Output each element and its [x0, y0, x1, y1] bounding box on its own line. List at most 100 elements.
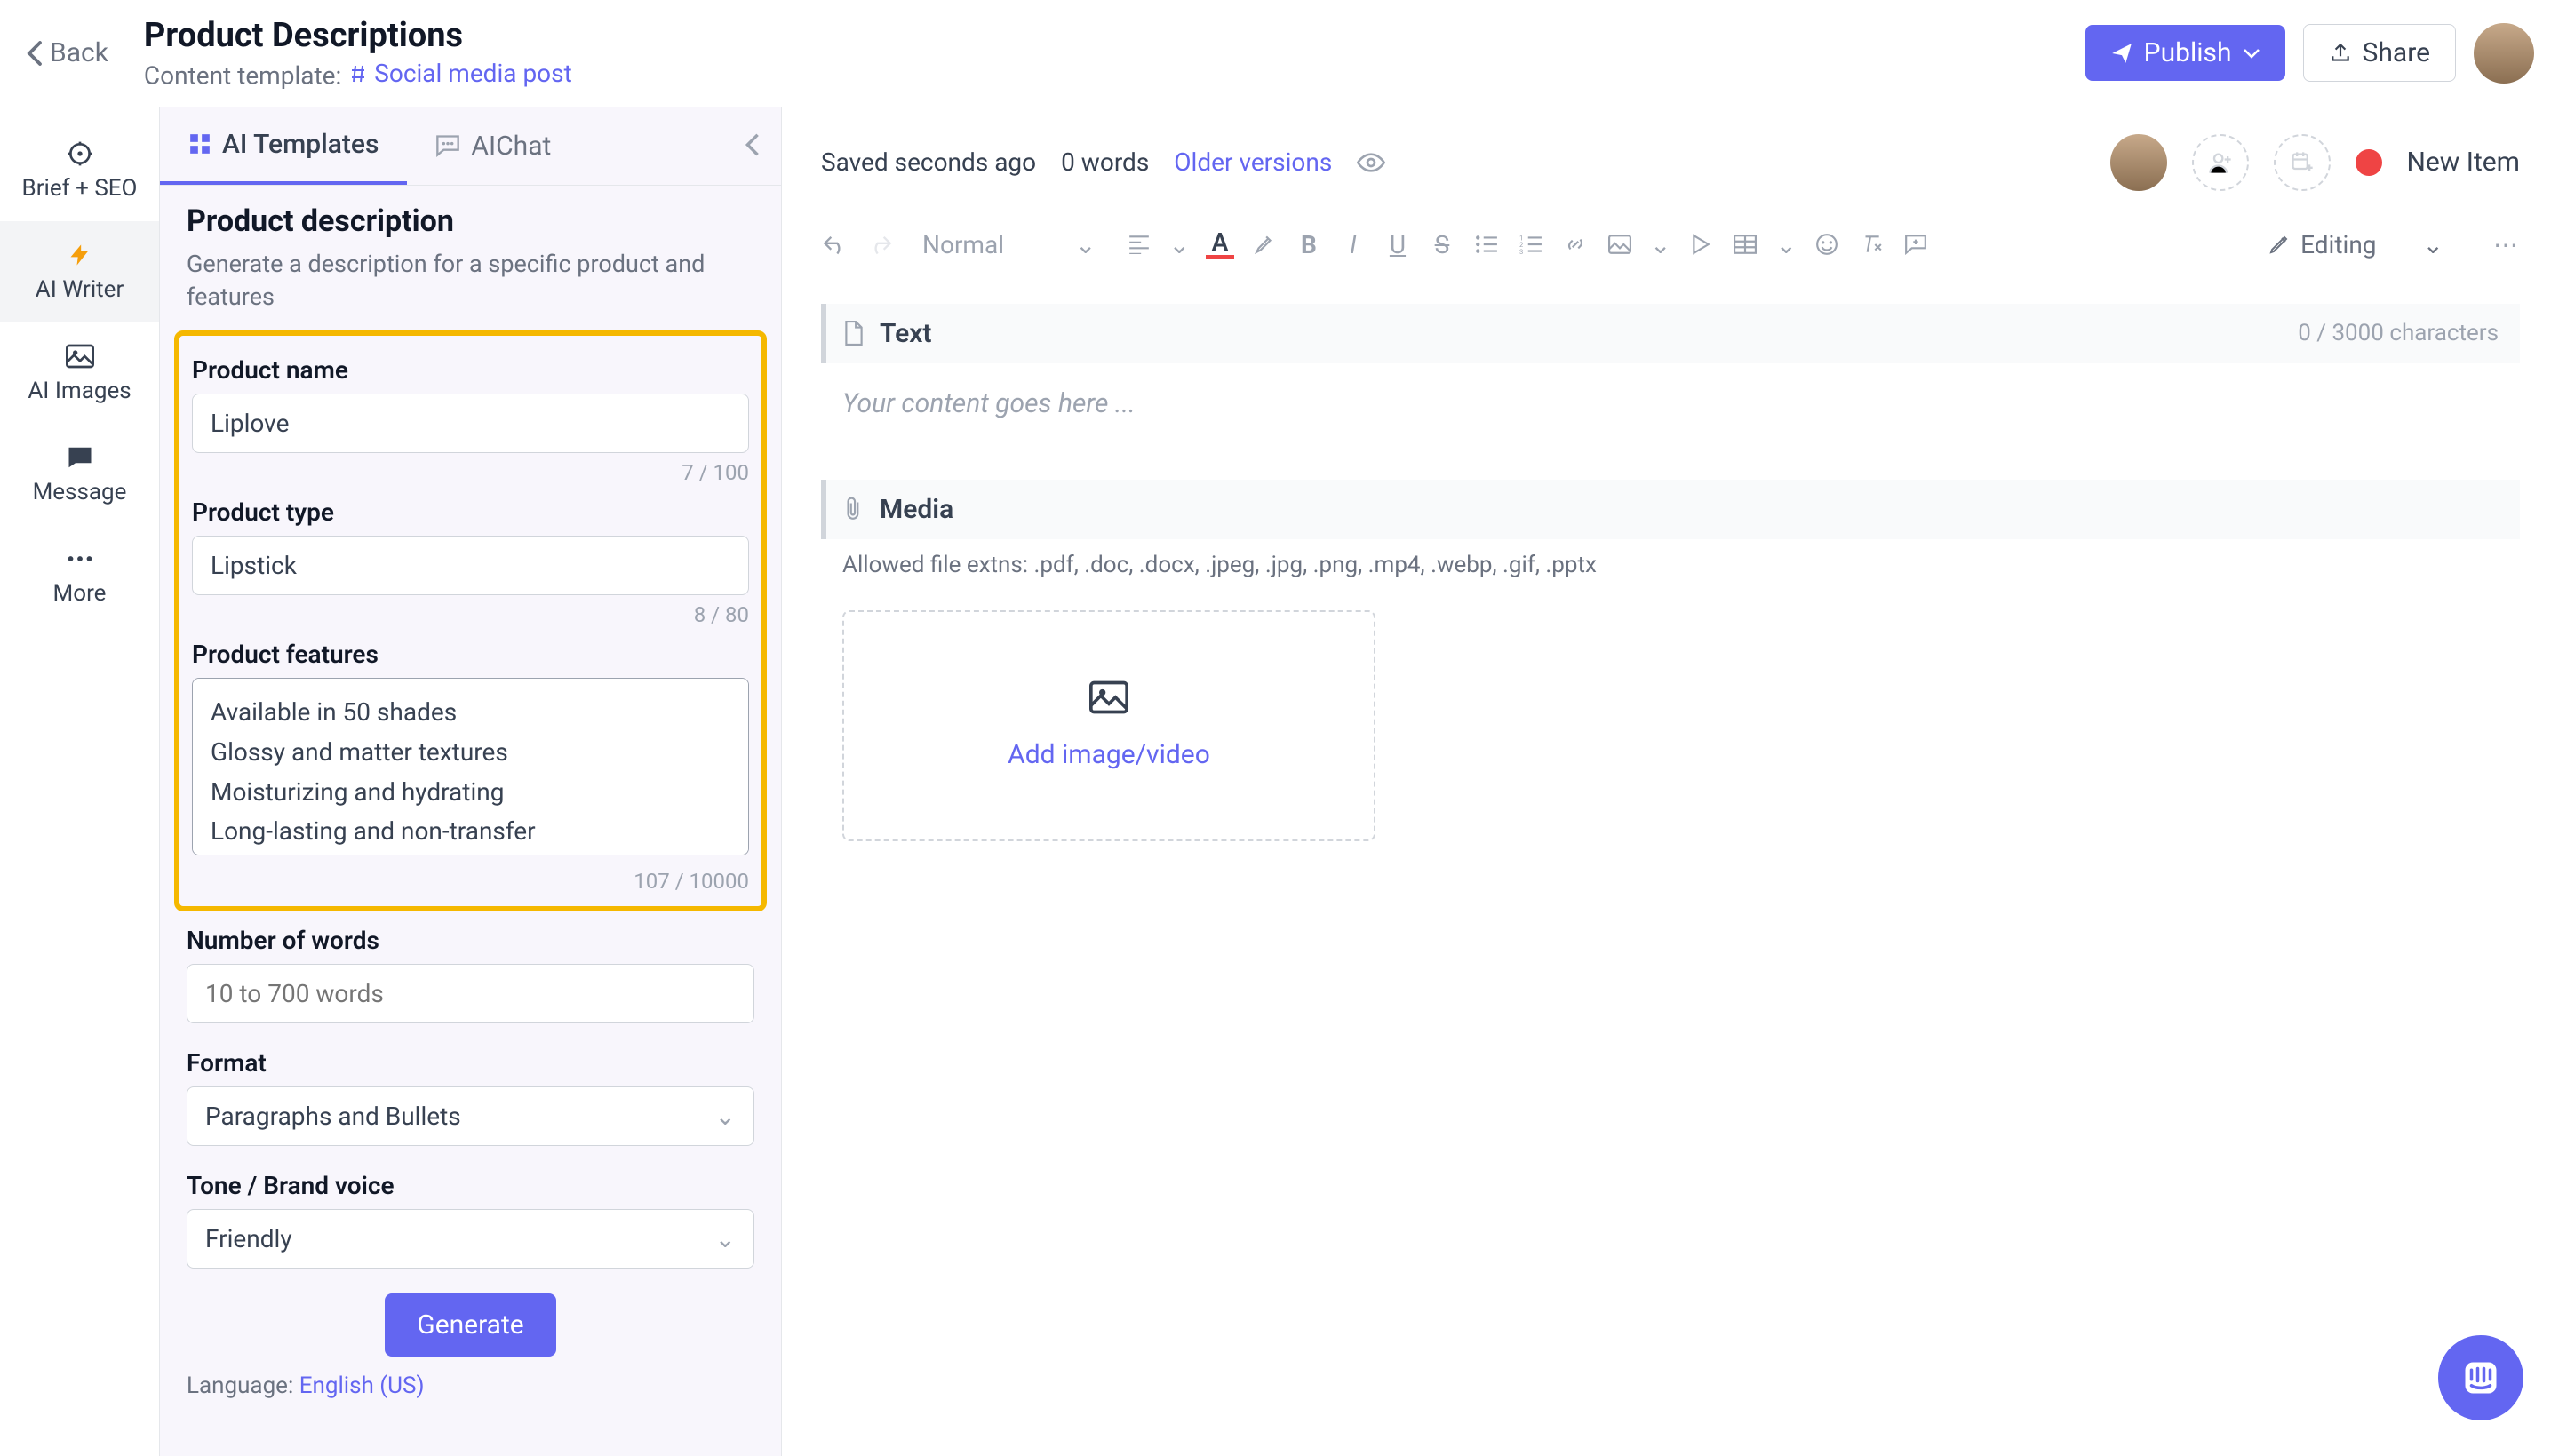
message-icon: [66, 443, 94, 472]
more-toolbar-button[interactable]: ⋯: [2491, 230, 2520, 259]
rail-message[interactable]: Message: [0, 424, 159, 525]
clear-format-icon: [1860, 233, 1883, 256]
dots-icon: [66, 545, 94, 573]
add-date-button[interactable]: [2274, 134, 2331, 191]
product-features-input[interactable]: [192, 678, 749, 855]
chevron-down-icon: ⌄: [1169, 230, 1190, 259]
tab-ai-chat[interactable]: AIChat: [407, 107, 579, 185]
product-type-count: 8 / 80: [192, 602, 749, 627]
add-user-button[interactable]: [2192, 134, 2249, 191]
bolt-icon: [66, 241, 94, 269]
italic-button[interactable]: I: [1339, 230, 1367, 259]
table-button[interactable]: [1731, 230, 1759, 259]
rail-ai-images[interactable]: AI Images: [0, 322, 159, 424]
strike-button[interactable]: S: [1428, 230, 1456, 259]
chevron-down-icon: ⌄: [715, 1224, 736, 1253]
tone-label: Tone / Brand voice: [187, 1171, 754, 1200]
tone-value: Friendly: [205, 1224, 292, 1253]
svg-text:3: 3: [1519, 248, 1523, 254]
rail-brief-seo[interactable]: Brief + SEO: [0, 120, 159, 221]
editing-mode-select[interactable]: Editing ⌄: [2254, 221, 2458, 268]
bullet-list-button[interactable]: [1472, 230, 1501, 259]
format-select[interactable]: Paragraphs and Bullets ⌄: [187, 1086, 754, 1146]
add-user-icon: [2208, 150, 2233, 175]
undo-button[interactable]: [821, 230, 849, 259]
rail-more[interactable]: More: [0, 525, 159, 626]
text-block-header[interactable]: Text 0 / 3000 characters: [821, 304, 2520, 363]
text-editor[interactable]: Your content goes here ...: [821, 363, 2520, 444]
play-icon: [1691, 234, 1710, 255]
insert-image-button[interactable]: [1606, 230, 1634, 259]
rail-ai-writer[interactable]: AI Writer: [0, 221, 159, 322]
chat-fab[interactable]: [2438, 1335, 2523, 1420]
align-left-icon: [1128, 235, 1151, 254]
bold-button[interactable]: B: [1295, 230, 1323, 259]
product-type-input[interactable]: [192, 536, 749, 595]
send-icon: [2110, 42, 2133, 65]
media-block-header[interactable]: Media: [821, 480, 2520, 539]
tone-select[interactable]: Friendly ⌄: [187, 1209, 754, 1269]
document-icon: [844, 321, 864, 346]
text-color-button[interactable]: A: [1206, 230, 1234, 259]
rail-writer-label: AI Writer: [36, 276, 124, 303]
chevron-down-icon: ⌄: [1650, 230, 1670, 259]
media-dropzone[interactable]: Add image/video: [842, 610, 1375, 841]
older-versions-link[interactable]: Older versions: [1174, 147, 1332, 177]
collapse-panel-button[interactable]: [737, 129, 769, 161]
share-button[interactable]: Share: [2303, 24, 2456, 82]
highlight-button[interactable]: [1250, 230, 1279, 259]
intercom-icon: [2462, 1359, 2499, 1396]
word-count: 0 words: [1061, 147, 1149, 177]
media-block-label: Media: [880, 494, 953, 525]
underline-button[interactable]: U: [1383, 230, 1412, 259]
highlighted-fields: Product name 7 / 100 Product type 8 / 80…: [174, 330, 767, 911]
publish-label: Publish: [2144, 37, 2232, 68]
product-name-input[interactable]: [192, 394, 749, 453]
user-avatar[interactable]: [2474, 23, 2534, 84]
list-number-icon: 123: [1519, 235, 1543, 254]
grid-icon: [188, 132, 211, 155]
comment-icon: [1904, 234, 1927, 255]
language-label: Language:: [187, 1372, 299, 1399]
highlighter-icon: [1253, 233, 1276, 256]
back-button[interactable]: Back: [25, 37, 108, 68]
emoji-icon: [1815, 233, 1838, 256]
rail-more-label: More: [53, 580, 107, 607]
add-media-link[interactable]: Add image/video: [1008, 739, 1210, 770]
undo-icon: [823, 233, 848, 256]
publish-button[interactable]: Publish: [2085, 25, 2285, 81]
words-input[interactable]: [187, 964, 754, 1023]
product-features-count: 107 / 10000: [192, 869, 749, 894]
paragraph-style-select[interactable]: Normal ⌄: [910, 225, 1109, 265]
link-button[interactable]: [1561, 230, 1590, 259]
align-button[interactable]: [1125, 230, 1153, 259]
redo-button[interactable]: [865, 230, 894, 259]
table-icon: [1734, 235, 1757, 254]
share-label: Share: [2363, 37, 2430, 68]
link-icon: [1564, 233, 1587, 256]
comment-button[interactable]: [1901, 230, 1930, 259]
number-list-button[interactable]: 123: [1517, 230, 1545, 259]
chevron-down-icon: ⌄: [1775, 230, 1796, 259]
chevron-down-icon: [2243, 47, 2260, 60]
chevron-left-icon: [745, 132, 761, 157]
status-indicator: [2356, 149, 2382, 176]
template-link[interactable]: Social media post: [347, 59, 572, 88]
status-label[interactable]: New Item: [2407, 147, 2521, 178]
product-name-count: 7 / 100: [192, 460, 749, 485]
clear-format-button[interactable]: [1857, 230, 1885, 259]
paragraph-style-label: Normal: [922, 230, 1004, 259]
product-features-label: Product features: [192, 640, 749, 669]
image-icon: [1608, 235, 1631, 254]
saved-status: Saved seconds ago: [821, 147, 1036, 177]
visibility-icon[interactable]: [1357, 152, 1385, 173]
video-button[interactable]: [1686, 230, 1715, 259]
generate-button[interactable]: Generate: [385, 1293, 555, 1357]
template-name: Social media post: [374, 59, 572, 88]
collaborator-avatar[interactable]: [2110, 134, 2167, 191]
emoji-button[interactable]: [1813, 230, 1841, 259]
rail-message-label: Message: [33, 479, 127, 505]
media-hint: Allowed file extns: .pdf, .doc, .docx, .…: [821, 539, 2520, 591]
language-link[interactable]: English (US): [299, 1372, 425, 1399]
tab-ai-templates[interactable]: AI Templates: [160, 107, 407, 185]
